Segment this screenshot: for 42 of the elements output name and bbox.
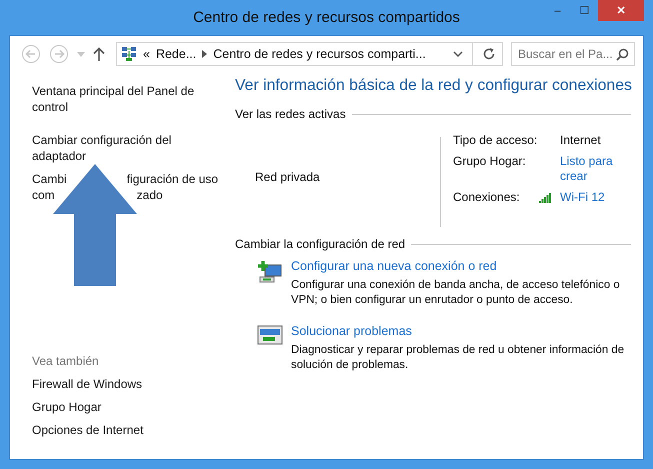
section-label: Vea también	[32, 353, 100, 369]
computer-plus-icon	[257, 260, 283, 284]
minimize-button[interactable]: –	[544, 0, 571, 21]
window-title: Centro de redes y recursos compartidos	[193, 9, 460, 26]
property-label: Conexiones:	[453, 190, 521, 205]
network-type-link[interactable]: Red privada	[255, 170, 320, 184]
sidebar-link[interactable]: zado	[136, 187, 163, 203]
property-link[interactable]: Listo para crear	[560, 154, 622, 184]
sidebar-link[interactable]: Firewall de Windows	[32, 376, 227, 392]
task-link[interactable]: Solucionar problemas	[291, 324, 631, 338]
dropdown-icon[interactable]	[453, 51, 463, 57]
page-heading: Ver información básica de la red y configurar conexiones	[235, 77, 631, 95]
sidebar-link[interactable]: Grupo Hogar	[32, 399, 227, 415]
chevron-icon	[202, 50, 208, 58]
signal-icon	[539, 192, 551, 202]
property-label: Tipo de acceso:	[453, 133, 538, 148]
monitor-icon	[257, 325, 283, 347]
task-description: Configurar una conexión de banda ancha, de acceso telefónico o VPN; o bien configurar un enrutador o punto de acceso.	[291, 278, 621, 308]
sidebar-link[interactable]: com	[32, 187, 55, 203]
network-icon	[121, 46, 137, 62]
task-link[interactable]: Configurar una nueva conexión o red	[291, 259, 631, 273]
up-icon[interactable]	[93, 47, 105, 61]
connection-link[interactable]: Wi-Fi 12	[560, 190, 622, 205]
address-field[interactable]: « Rede... Centro de redes y recursos comparti...	[116, 42, 503, 66]
search-field[interactable]: Buscar en el Pa...	[511, 42, 635, 66]
task-description: Diagnosticar y reparar problemas de red u obtener información de solución de problemas.	[291, 343, 626, 373]
sidebar-link[interactable]: Opciones de Internet	[32, 422, 227, 438]
refresh-icon[interactable]	[482, 47, 496, 61]
section-title: Ver las redes activas	[235, 107, 346, 121]
sidebar-link[interactable]: Cambiar configuración del adaptador	[32, 132, 227, 164]
breadcrumb[interactable]: «	[143, 47, 150, 61]
breadcrumb[interactable]: Centro de redes y recursos comparti...	[213, 47, 426, 61]
maximize-button[interactable]: ☐	[571, 0, 598, 21]
property-value: Internet	[560, 133, 602, 148]
property-label: Grupo Hogar:	[453, 154, 527, 170]
close-button[interactable]: ✕	[598, 0, 644, 21]
sidebar-link[interactable]: Cambi	[32, 171, 67, 187]
breadcrumb[interactable]: Rede...	[156, 47, 196, 61]
section-title: Cambiar la configuración de red	[235, 237, 406, 251]
sidebar-link[interactable]: Ventana principal del Panel de control	[32, 83, 227, 115]
search-icon	[616, 48, 629, 61]
sidebar-link[interactable]: figuración de uso	[126, 171, 218, 187]
